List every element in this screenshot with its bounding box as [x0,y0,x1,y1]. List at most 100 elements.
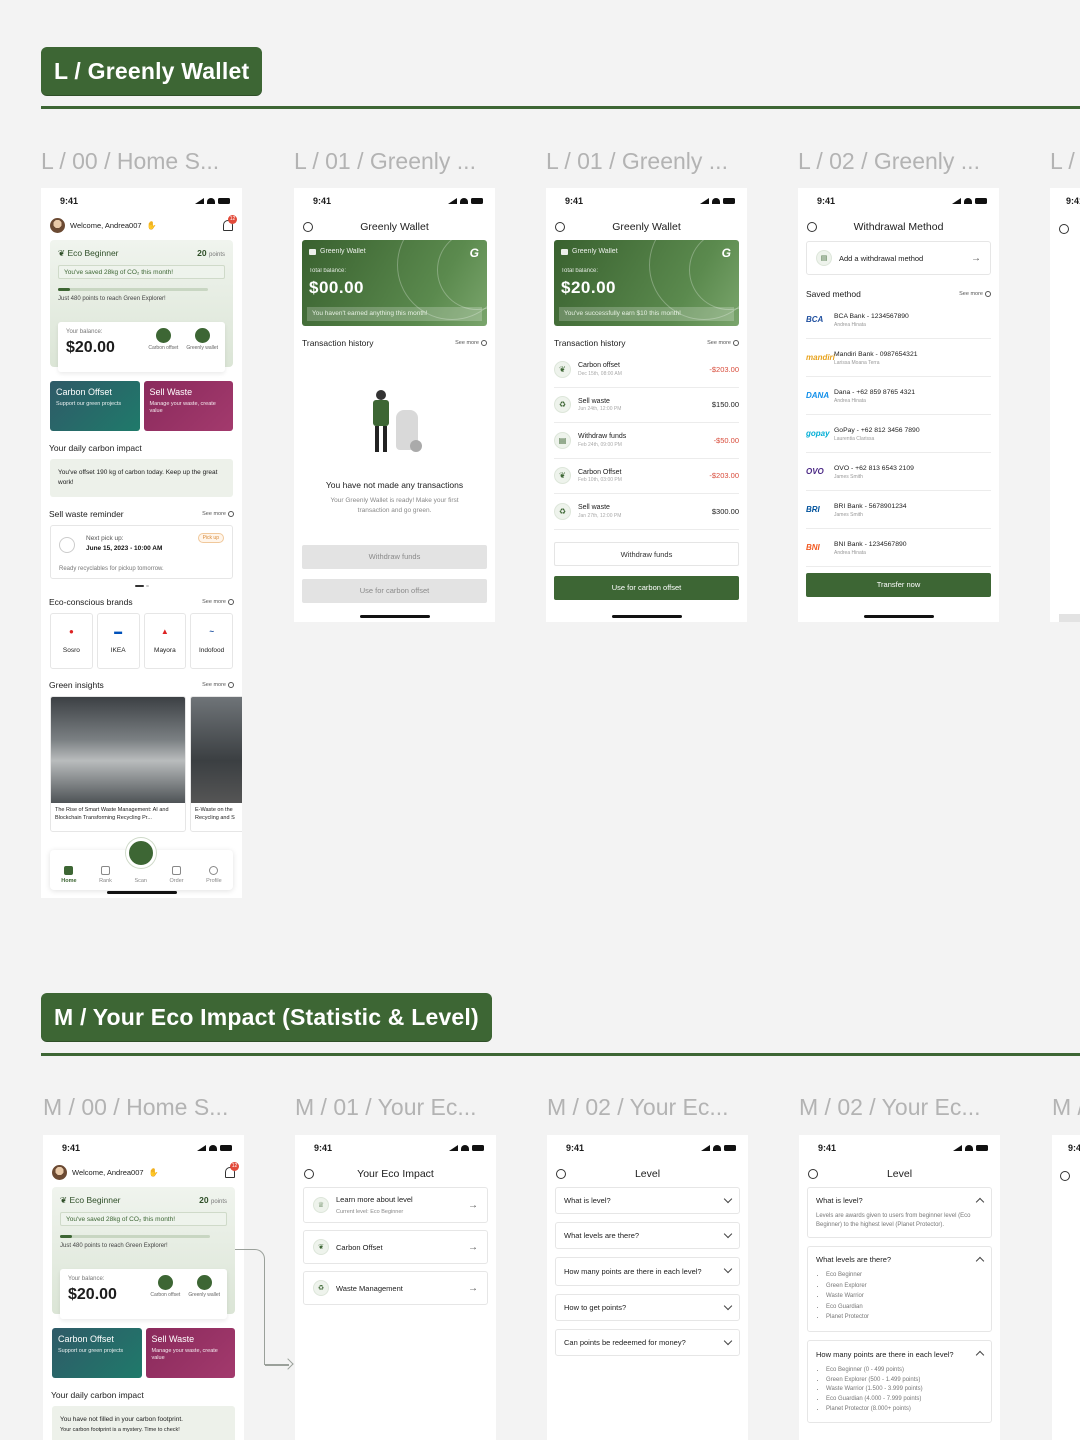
see-more-link[interactable]: See more [202,599,234,605]
tab-order[interactable]: Order [170,866,184,884]
partial-button[interactable] [1059,614,1080,622]
saved-method-row[interactable]: BCA BCA Bank - 1234567890 Andrea Hinata [806,301,991,339]
transaction-row[interactable]: ❦ Carbon Offset Feb 10th, 03:00 PM -$203.00 [554,459,739,494]
welcome-text: Welcome, Andrea007 [70,220,142,230]
brand-indofood[interactable]: ~ Indofood [190,613,233,669]
saved-method-row[interactable]: BRI BRI Bank - 5678901234 James Smith [806,491,991,529]
insight-card[interactable]: The Rise of Smart Waste Management: AI a… [50,696,186,832]
carbon-impact-card[interactable]: You have not filled in your carbon footp… [52,1406,235,1440]
back-icon[interactable] [303,222,313,232]
brand-mayora[interactable]: ▲ Mayora [143,613,187,669]
avatar[interactable] [52,1164,67,1180]
method-owner: Andrea Hinata [834,322,866,329]
bell-icon[interactable]: 12 [225,1161,239,1178]
impact-header: Your daily carbon impact [49,443,142,453]
sell-waste-tile[interactable]: Sell Waste Manage your waste, create valu… [143,381,233,431]
wifi-icon [965,1145,973,1151]
signal-icon [195,198,204,204]
saved-method-row[interactable]: mandiri Mandiri Bank - 0987654321 Larissa … [806,339,991,377]
transaction-row[interactable]: ♻ Sell waste Jan 27th, 12:00 PM $300.00 [554,494,739,530]
balance-card: Your balance: $20.00 Carbon offset Green… [58,322,225,372]
faq-item[interactable]: What is level? [555,1187,740,1214]
see-more-link[interactable]: See more [707,340,739,346]
back-icon[interactable] [807,222,817,232]
bank-logo: mandiri [806,353,835,362]
transaction-row[interactable]: ♻ Sell waste Jun 24th, 12:00 PM $150.00 [554,388,739,423]
carbon-offset-tile[interactable]: Carbon Offset Support our green projects [52,1328,142,1378]
use-carbon-offset-button[interactable]: Use for carbon offset [302,578,487,603]
wifi-icon [209,1145,217,1151]
back-icon[interactable] [1059,224,1069,234]
carbon-offset-button[interactable]: ❦ Carbon Offset → [303,1230,488,1264]
transaction-row[interactable]: ▤ Withdraw funds Feb 24th, 09:00 PM -$50.00 [554,423,739,459]
saved-method-row[interactable]: DANA Dana - +62 859 8765 4321 Andrea Hinat… [806,377,991,415]
tab-home[interactable]: Home [61,866,77,884]
see-more-link[interactable]: See more [455,340,487,346]
transaction-row[interactable]: ❦ Carbon offset Dec 15th, 08:00 AM -$203.00 [554,352,739,388]
withdraw-funds-button[interactable]: Withdraw funds [554,541,739,566]
earning-note: You've successfully earn $10 this month! [559,307,734,321]
faq-item[interactable]: What levels are there? [555,1222,740,1249]
back-icon[interactable] [555,222,565,232]
bell-icon[interactable]: 12 [223,214,237,231]
carbon-impact-card[interactable]: You've offset 190 kg of carbon today. Ke… [50,459,233,497]
back-icon[interactable] [1060,1171,1070,1181]
bank-logo: OVO [806,467,824,476]
carbon-offset-icon [157,1275,173,1290]
see-more-link[interactable]: See more [202,511,234,517]
back-icon[interactable] [808,1169,818,1179]
tab-scan[interactable]: Scan [134,866,147,884]
scan-button[interactable] [126,838,156,868]
carbon-offset-tile[interactable]: Carbon Offset Support our green projects [50,381,140,431]
impact-header: Your daily carbon impact [51,1390,144,1400]
see-more-link[interactable]: See more [959,291,991,297]
wifi-icon [713,1145,721,1151]
use-carbon-offset-button[interactable]: Use for carbon offset [554,575,739,600]
carbon-offset-shortcut[interactable]: Carbon offset [148,328,178,351]
sell-waste-tile[interactable]: Sell Waste Manage your waste, create valu… [145,1328,235,1378]
brand-ikea[interactable]: ▬ IKEA [96,613,140,669]
balance-value: $20.00 [561,278,616,297]
faq-item-expanded[interactable]: What is level? Levels are awards given to… [807,1187,992,1239]
faq-item[interactable]: How many points are there in each level? [555,1257,740,1287]
learn-level-button[interactable]: ♕ Learn more about level Current level: Ec… [303,1187,488,1223]
waste-management-button[interactable]: ♻ Waste Management → [303,1271,488,1305]
empty-illustration [360,380,430,460]
earning-note: You haven't earned anything this month! [307,307,482,321]
brand-sosro[interactable]: ● Sosro [50,613,93,669]
next-level-text: Just 480 points to reach Green Explorer! [60,1243,168,1249]
next-level-text: Just 480 points to reach Green Explorer! [58,296,166,302]
carbon-offset-shortcut[interactable]: Carbon offset [150,1275,180,1298]
carbon-offset-icon [155,328,171,343]
level-progress-bar [60,1235,210,1238]
faq-item[interactable]: How to get points? [555,1294,740,1322]
tab-rank[interactable]: Rank [99,866,112,884]
see-more-link[interactable]: See more [202,682,234,688]
add-withdrawal-method-button[interactable]: ▤ Add a withdrawal method → [806,241,991,275]
transaction-icon: ♻ [554,502,571,520]
signal-icon [449,1145,458,1151]
back-icon[interactable] [304,1169,314,1179]
insight-card[interactable]: E-Waste on the Recycling and S [190,696,242,832]
greenly-wallet-shortcut[interactable]: Greenly wallet [188,1275,220,1298]
greenly-wallet-shortcut[interactable]: Greenly wallet [186,328,218,351]
saved-method-row[interactable]: BNI BNI Bank - 1234567890 Andrea Hinata [806,529,991,567]
insight-image [51,697,185,803]
pickup-reminder-card[interactable]: Next pick up: June 15, 2023 - 10:00 AM Pi… [50,525,233,579]
saved-method-row[interactable]: OVO OVO - +62 813 6543 2109 James Smith [806,453,991,491]
saved-co2-banner[interactable]: You've saved 28kg of CO₂ this month! [58,265,225,279]
eco-level-card[interactable]: ❦ Eco Beginner 20 points You've saved 28k… [52,1187,235,1319]
withdraw-funds-button[interactable]: Withdraw funds [302,544,487,569]
saved-co2-banner[interactable]: You've saved 28kg of CO₂ this month! [60,1212,227,1226]
transfer-now-button[interactable]: Transfer now [806,573,991,597]
tab-profile[interactable]: Profile [206,866,222,884]
faq-item-expanded[interactable]: What levels are there? Eco Beginner Gree… [807,1246,992,1332]
chevron-up-icon [975,1197,985,1207]
faq-item[interactable]: Can points be redeemed for money? [555,1329,740,1357]
chevron-down-icon [723,1229,733,1239]
eco-level-card[interactable]: ❦ Eco Beginner 20 points You've saved 28k… [50,240,233,372]
faq-item-expanded[interactable]: How many points are there in each level?… [807,1339,992,1424]
back-icon[interactable] [556,1169,566,1179]
avatar[interactable] [50,217,65,233]
saved-method-row[interactable]: gopay GoPay - +62 812 3456 7890 Laurentia … [806,415,991,453]
